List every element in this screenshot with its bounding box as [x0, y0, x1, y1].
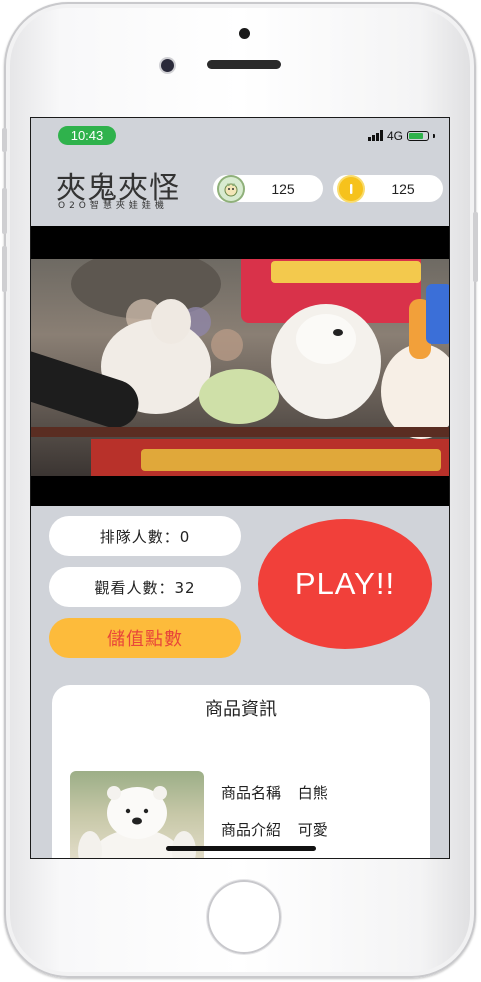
- volume-up-button: [2, 188, 7, 234]
- front-camera: [161, 59, 174, 72]
- network-type: 4G: [386, 128, 403, 143]
- battery-tip: [433, 133, 435, 138]
- proximity-sensor: [239, 28, 250, 39]
- gold-coin-icon: [339, 176, 363, 201]
- viewer-count: 觀看人數：32: [49, 567, 241, 607]
- signal-icon: [367, 130, 383, 141]
- live-video-feed: [31, 226, 449, 506]
- product-name-value: 白熊: [297, 784, 328, 802]
- product-desc-label: 商品介紹: [221, 821, 282, 839]
- character-avatar-icon: [219, 176, 243, 201]
- status-time: 10:43: [58, 126, 116, 145]
- coins-value: 125: [391, 180, 415, 197]
- earpiece-speaker: [207, 60, 281, 69]
- status-indicators: 4G: [367, 126, 435, 145]
- power-button: [473, 212, 478, 282]
- product-info-card: 商品資訊 商品名稱 白熊 商品介紹 可愛: [52, 685, 430, 858]
- coins-balance[interactable]: 125: [333, 175, 443, 202]
- points-balance[interactable]: 125: [213, 175, 323, 202]
- mute-switch: [2, 128, 7, 152]
- app-screen: 10:43 4G 夾鬼夾怪 O2O智慧夾娃娃機 125 125 排隊人數：0 觀…: [30, 117, 450, 859]
- product-section-title: 商品資訊: [205, 699, 277, 720]
- battery-icon: [407, 130, 429, 141]
- app-logo-subtitle: O2O智慧夾娃娃機: [58, 201, 168, 211]
- topup-button[interactable]: 儲值點數: [49, 618, 241, 658]
- play-button[interactable]: PLAY!!: [258, 519, 432, 649]
- product-desc-value: 可愛: [297, 821, 328, 839]
- claw-machine-scene: [31, 259, 449, 476]
- product-name-label: 商品名稱: [221, 784, 282, 802]
- points-value: 125: [271, 180, 295, 197]
- product-desc-row: 商品介紹 可愛: [221, 819, 328, 840]
- product-image: [70, 771, 204, 858]
- home-button[interactable]: [207, 880, 281, 954]
- product-name-row: 商品名稱 白熊: [221, 782, 328, 803]
- volume-down-button: [2, 246, 7, 292]
- home-indicator[interactable]: [166, 846, 316, 851]
- queue-count: 排隊人數：0: [49, 516, 241, 556]
